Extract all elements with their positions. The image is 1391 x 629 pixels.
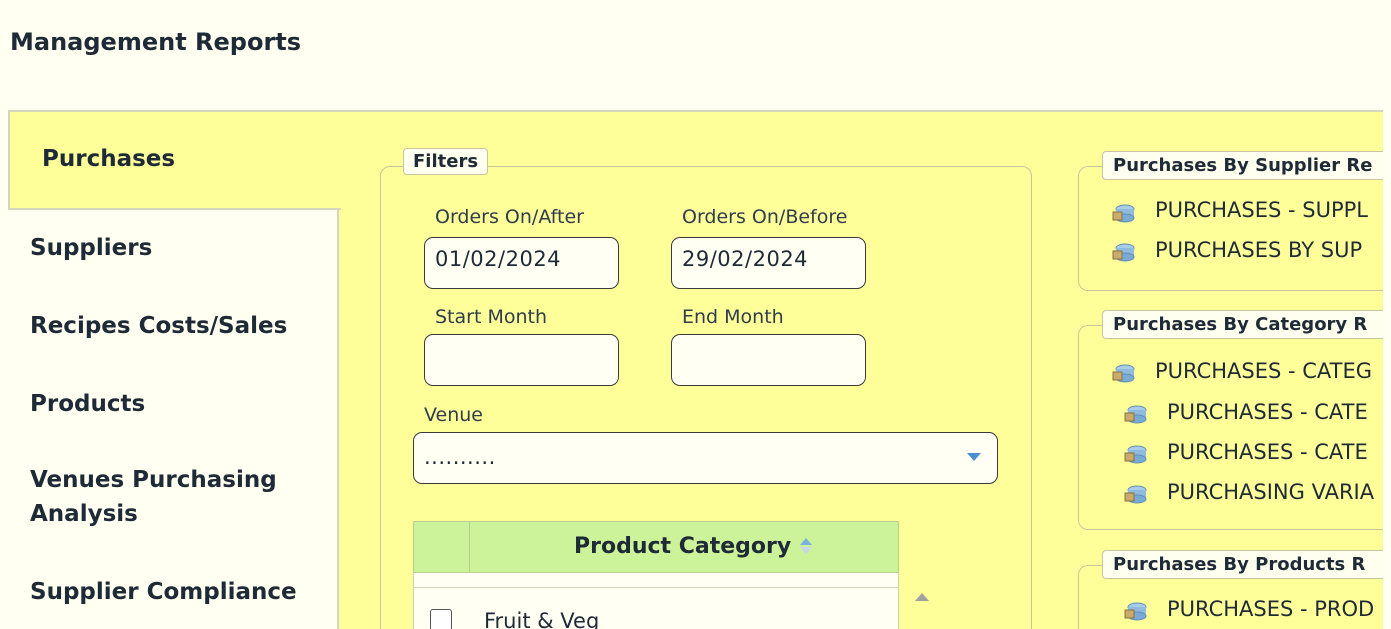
page-right-edge <box>1383 0 1391 629</box>
orders-before-input[interactable]: 29/02/2024 <box>671 237 866 289</box>
sidebar-item-label: Purchases <box>42 146 176 172</box>
venue-label: Venue <box>424 404 483 426</box>
report-link-purchases-supplier[interactable]: PURCHASES - SUPPL <box>1155 198 1368 222</box>
venue-select[interactable]: .......... <box>413 432 998 484</box>
report-db-icon <box>1124 485 1147 504</box>
column-header-product-category[interactable]: Product Category <box>574 534 791 559</box>
supplier-reports-group <box>1078 166 1391 291</box>
supplier-reports-legend: Purchases By Supplier Re <box>1102 151 1391 180</box>
sidebar-item-venues-purchasing[interactable]: Venues Purchasing <box>30 464 277 497</box>
report-link-purchases-category-2[interactable]: PURCHASES - CATE <box>1167 400 1368 424</box>
scroll-up-arrow-icon[interactable] <box>915 593 929 601</box>
sidebar-item-supplier-compliance[interactable]: Supplier Compliance <box>30 576 297 609</box>
report-link-purchases-products[interactable]: PURCHASES - PROD <box>1167 597 1374 621</box>
products-reports-legend: Purchases By Products R <box>1102 550 1391 579</box>
row-checkbox[interactable] <box>430 609 452 629</box>
orders-after-label: Orders On/After <box>435 206 584 228</box>
report-db-icon <box>1124 602 1147 621</box>
page-title: Management Reports <box>10 28 302 56</box>
filters-legend: Filters <box>403 148 489 175</box>
row-label: Fruit & Veg <box>484 609 600 629</box>
report-db-icon <box>1112 364 1135 383</box>
report-link-purchasing-variance[interactable]: PURCHASING VARIA <box>1167 480 1374 504</box>
sidebar-item-suppliers[interactable]: Suppliers <box>30 232 152 265</box>
report-db-icon <box>1124 445 1147 464</box>
end-month-label: End Month <box>682 306 784 328</box>
sidebar-item-recipes[interactable]: Recipes Costs/Sales <box>30 310 287 343</box>
report-db-icon <box>1124 405 1147 424</box>
report-link-purchases-category-3[interactable]: PURCHASES - CATE <box>1167 440 1368 464</box>
report-db-icon <box>1112 243 1135 262</box>
report-link-purchases-category[interactable]: PURCHASES - CATEG <box>1155 359 1372 383</box>
sidebar-item-purchases[interactable]: Purchases <box>8 110 341 210</box>
end-month-input[interactable] <box>671 334 866 386</box>
sort-icon[interactable] <box>800 536 812 556</box>
orders-before-label: Orders On/Before <box>682 206 848 228</box>
sidebar-item-analysis[interactable]: Analysis <box>30 498 138 531</box>
venue-value: .......... <box>424 445 496 469</box>
start-month-label: Start Month <box>435 306 548 328</box>
report-link-purchases-by-supplier[interactable]: PURCHASES BY SUP <box>1155 238 1362 262</box>
grid-header: Product Category <box>413 521 899 573</box>
sidebar-item-products[interactable]: Products <box>30 388 145 421</box>
grid-body: Fruit & Veg <box>413 573 899 629</box>
report-db-icon <box>1112 204 1135 223</box>
grid-select-column <box>414 522 470 572</box>
category-reports-legend: Purchases By Category R <box>1102 310 1391 339</box>
chevron-down-icon[interactable] <box>967 453 981 461</box>
orders-after-input[interactable]: 01/02/2024 <box>424 237 619 289</box>
grid-divider <box>414 587 898 588</box>
start-month-input[interactable] <box>424 334 619 386</box>
